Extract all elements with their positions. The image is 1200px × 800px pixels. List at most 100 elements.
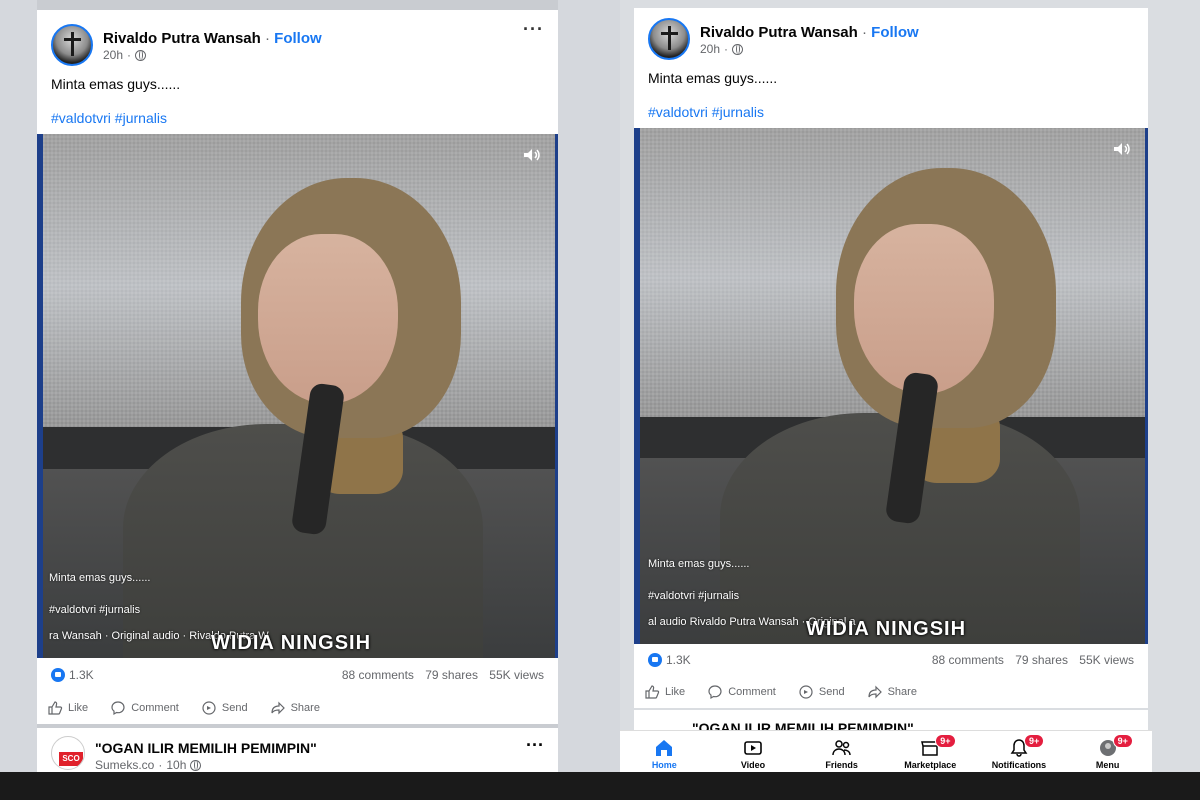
post-hashtags[interactable]: #valdotvri #jurnalis	[648, 104, 764, 120]
bottom-navigation: Home Video Friends Marketplace 9+ Notifi…	[620, 730, 1152, 772]
nav-video[interactable]: Video	[716, 738, 790, 770]
author-line: Rivaldo Putra Wansah · Follow	[103, 30, 322, 47]
next-post-card[interactable]: SCO "OGAN ILIR MEMILIH PEMIMPIN" ··· Sum…	[37, 728, 558, 772]
next-post-avatar-text: SCO	[59, 752, 83, 766]
like-icon	[645, 685, 660, 699]
video-lower-third: WIDIA NINGSIH	[211, 632, 372, 654]
post-header: Rivaldo Putra Wansah · Follow 20h · ···	[37, 10, 558, 72]
reaction-count[interactable]: 1.3K	[648, 653, 691, 667]
video-player[interactable]: Minta emas guys...... #valdotvri #jurnal…	[37, 134, 558, 658]
send-button[interactable]: Send	[798, 684, 845, 700]
post-card: Rivaldo Putra Wansah · Follow 20h · ··· …	[37, 10, 558, 724]
reaction-count[interactable]: 1.3K	[51, 668, 94, 682]
more-icon[interactable]: ···	[523, 20, 544, 38]
separator: ·	[264, 30, 270, 47]
nav-marketplace[interactable]: Marketplace 9+	[893, 734, 967, 770]
follow-button[interactable]: Follow	[274, 30, 322, 47]
video-overlay-caption: Minta emas guys......	[648, 558, 750, 570]
like-reaction-icon	[51, 668, 65, 682]
avatar[interactable]	[51, 24, 93, 66]
send-label: Send	[818, 686, 845, 698]
share-button[interactable]: Share	[270, 700, 320, 716]
next-post-card[interactable]: "OGAN ILIR MEMILIH PEMIMPIN"	[634, 710, 1148, 730]
post-actions: Like Comment Send Share	[47, 700, 548, 716]
post-time[interactable]: 20h	[103, 48, 123, 62]
video-overlay-hashtags: #valdotvri #jurnalis	[648, 590, 740, 602]
send-label: Send	[221, 702, 248, 714]
nav-label: Notifications	[991, 760, 1047, 770]
views-count: 55K views	[1079, 653, 1134, 667]
engagement-counts: 88 comments 79 shares 55K views	[924, 653, 1134, 667]
notification-badge: 9+	[1112, 734, 1133, 748]
comment-button[interactable]: Comment	[110, 700, 179, 716]
separator: ·	[724, 42, 729, 56]
send-icon	[799, 685, 813, 699]
globe-icon	[190, 759, 202, 771]
notification-badge: 9+	[1023, 734, 1045, 748]
like-button[interactable]: Like	[47, 700, 88, 716]
next-post-title[interactable]: "OGAN ILIR MEMILIH PEMIMPIN"	[692, 720, 914, 730]
nav-menu[interactable]: Menu 9+	[1071, 734, 1145, 770]
video-overlay-hashtags: #valdotvri #jurnalis	[49, 604, 141, 616]
share-icon	[867, 685, 882, 699]
shares-count[interactable]: 79 shares	[425, 668, 478, 682]
speaker-face	[258, 234, 398, 404]
next-post-title[interactable]: "OGAN ILIR MEMILIH PEMIMPIN"	[95, 740, 317, 756]
share-label: Share	[290, 702, 320, 714]
comments-count[interactable]: 88 comments	[932, 653, 1004, 667]
right-screenshot: Rivaldo Putra Wansah · Follow 20h · Mint…	[620, 0, 1200, 772]
follow-button[interactable]: Follow	[871, 24, 919, 41]
separator: ·	[158, 758, 163, 772]
author-line: Rivaldo Putra Wansah · Follow	[700, 24, 919, 41]
nav-notifications[interactable]: Notifications 9+	[982, 734, 1056, 770]
post-meta: 20h ·	[103, 48, 147, 62]
comment-icon	[111, 701, 125, 716]
globe-icon	[135, 49, 147, 61]
nav-label: Video	[740, 760, 766, 770]
author-name[interactable]: Rivaldo Putra Wansah	[103, 30, 261, 47]
separator: ·	[127, 48, 132, 62]
engagement-counts: 88 comments 79 shares 55K views	[334, 668, 544, 682]
shares-count[interactable]: 79 shares	[1015, 653, 1068, 667]
notification-badge: 9+	[935, 734, 956, 748]
nav-home[interactable]: Home	[627, 738, 701, 770]
video-icon	[744, 741, 762, 755]
friends-icon	[831, 740, 851, 756]
post-meta: 20h ·	[700, 42, 744, 56]
like-reaction-icon	[648, 653, 662, 667]
send-icon	[202, 701, 216, 715]
speaker-face	[854, 224, 994, 394]
next-post-avatar[interactable]: SCO	[51, 736, 85, 770]
like-label: Like	[665, 686, 686, 698]
more-icon[interactable]: ···	[526, 736, 544, 754]
views-count: 55K views	[489, 668, 544, 682]
nav-label: Marketplace	[904, 760, 957, 770]
comments-count[interactable]: 88 comments	[342, 668, 414, 682]
nav-label: Friends	[825, 760, 858, 770]
post-time[interactable]: 20h	[700, 42, 720, 56]
next-post-time[interactable]: 10h	[166, 758, 186, 772]
comment-button[interactable]: Comment	[707, 684, 776, 700]
nav-label: Home	[651, 760, 677, 770]
post-hashtags[interactable]: #valdotvri #jurnalis	[51, 110, 167, 126]
bottom-bar	[0, 772, 1200, 800]
like-button[interactable]: Like	[644, 684, 685, 700]
video-lower-third: WIDIA NINGSIH	[806, 618, 967, 640]
nav-friends[interactable]: Friends	[805, 738, 879, 770]
comment-label: Comment	[131, 702, 179, 714]
next-post-source[interactable]: Sumeks.co	[95, 758, 154, 772]
video-overlay-caption: Minta emas guys......	[49, 572, 151, 584]
share-label: Share	[887, 686, 917, 698]
share-button[interactable]: Share	[867, 684, 917, 700]
video-player[interactable]: Minta emas guys...... #valdotvri #jurnal…	[634, 128, 1148, 644]
comment-icon	[708, 685, 722, 700]
post-actions: Like Comment Send Share	[644, 684, 1138, 700]
volume-icon[interactable]	[1113, 142, 1131, 156]
avatar[interactable]	[648, 18, 690, 60]
left-screenshot: Rivaldo Putra Wansah · Follow 20h · ··· …	[37, 0, 558, 772]
post-header: Rivaldo Putra Wansah · Follow 20h ·	[634, 8, 1148, 70]
volume-icon[interactable]	[523, 148, 541, 162]
comment-label: Comment	[728, 686, 776, 698]
author-name[interactable]: Rivaldo Putra Wansah	[700, 24, 858, 41]
send-button[interactable]: Send	[201, 700, 248, 716]
